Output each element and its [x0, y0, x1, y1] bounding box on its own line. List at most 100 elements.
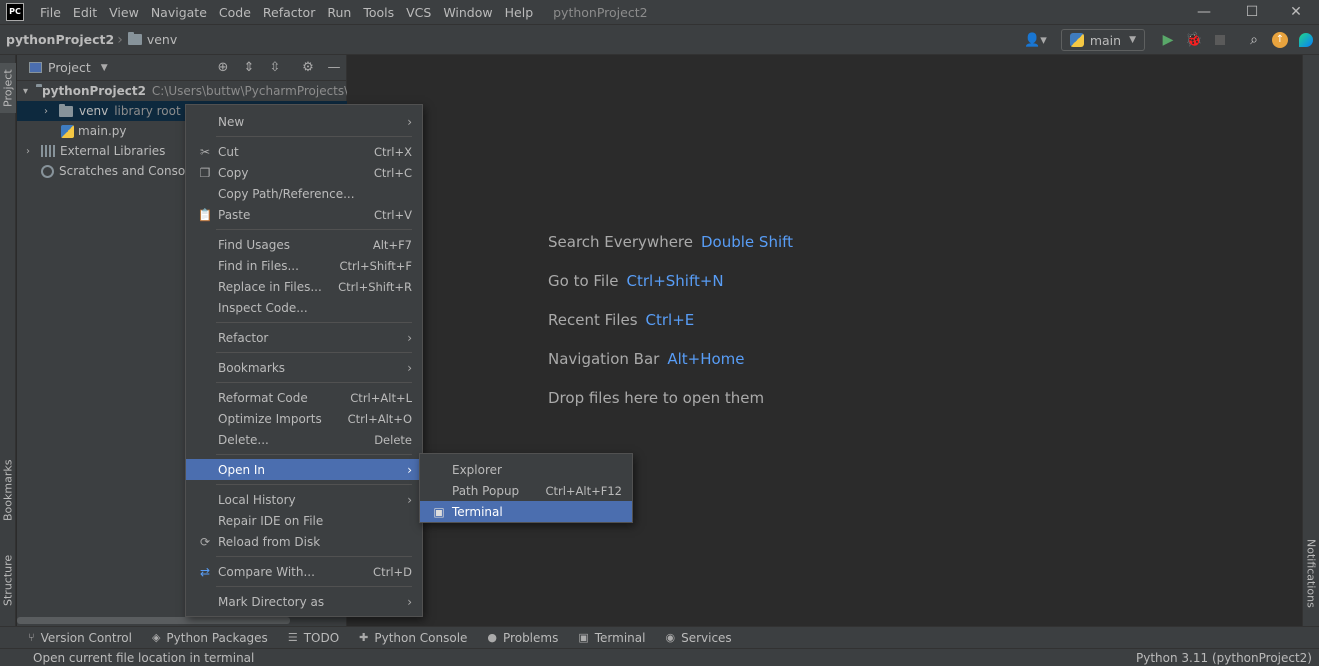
menu-item-optimize-imports[interactable]: Optimize Imports Ctrl+Alt+O: [186, 408, 422, 429]
maximize-button[interactable]: ☐: [1229, 0, 1275, 24]
minimize-button[interactable]: —: [1181, 0, 1227, 24]
submenu-item-path-popup[interactable]: Path Popup Ctrl+Alt+F12: [420, 480, 632, 501]
menu-item-shortcut: Ctrl+D: [373, 564, 412, 579]
tab-label: Version Control: [40, 630, 132, 645]
menu-code[interactable]: Code: [213, 5, 257, 20]
menu-item-open-in[interactable]: Open In ›: [186, 459, 422, 480]
menu-file[interactable]: File: [34, 5, 67, 20]
menu-vcs[interactable]: VCS: [400, 5, 437, 20]
tab-project[interactable]: Project: [0, 63, 16, 113]
tab-terminal[interactable]: ▣ Terminal: [578, 631, 645, 645]
project-view-icon: [29, 62, 42, 73]
close-button[interactable]: ✕: [1273, 0, 1319, 24]
menu-navigate[interactable]: Navigate: [145, 5, 213, 20]
menu-separator: [216, 586, 412, 587]
menu-item-bookmarks[interactable]: Bookmarks ›: [186, 357, 422, 378]
menu-view[interactable]: View: [103, 5, 145, 20]
tab-structure[interactable]: Structure: [0, 550, 16, 610]
menu-separator: [216, 352, 412, 353]
tree-row-root[interactable]: ▾ pythonProject2 C:\Users\buttw\PycharmP…: [17, 81, 347, 101]
menu-item-cut[interactable]: ✂ Cut Ctrl+X: [186, 141, 422, 162]
menu-run[interactable]: Run: [321, 5, 357, 20]
folder-icon: [127, 32, 142, 45]
menu-item-label: Terminal: [452, 504, 503, 519]
right-tool-strip: Notifications: [1302, 55, 1319, 626]
menu-item-mark-directory[interactable]: Mark Directory as ›: [186, 591, 422, 612]
project-panel-title[interactable]: Project: [48, 60, 91, 75]
user-icon[interactable]: 👤▾: [1024, 33, 1047, 48]
terminal-icon: ▣: [433, 504, 445, 519]
tab-todo[interactable]: ☰ TODO: [288, 631, 339, 645]
breadcrumb-project[interactable]: pythonProject2: [6, 32, 114, 47]
collapse-all-icon[interactable]: ⇳: [265, 59, 285, 77]
locate-icon[interactable]: ⊕: [213, 59, 233, 77]
branch-icon: ⑂: [28, 631, 35, 644]
menu-item-paste[interactable]: 📋 Paste Ctrl+V: [186, 204, 422, 225]
breadcrumb-separator: ›: [117, 31, 123, 48]
run-config-selector[interactable]: main ▼: [1060, 29, 1145, 51]
menu-separator: [216, 136, 412, 137]
menu-item-refactor[interactable]: Refactor ›: [186, 327, 422, 348]
tab-notifications[interactable]: Notifications: [1303, 533, 1319, 613]
tab-label: Problems: [503, 630, 559, 645]
menu-item-repair-ide[interactable]: Repair IDE on File: [186, 510, 422, 531]
search-icon[interactable]: ⌕: [1241, 27, 1267, 53]
menu-item-local-history[interactable]: Local History ›: [186, 489, 422, 510]
chevron-down-icon[interactable]: ▾: [23, 86, 28, 97]
tab-problems[interactable]: ● Problems: [487, 631, 558, 645]
tab-services[interactable]: ◉ Services: [665, 631, 731, 645]
menu-item-new[interactable]: New ›: [186, 111, 422, 132]
expand-all-icon[interactable]: ⇕: [239, 59, 259, 77]
menu-item-inspect-code[interactable]: Inspect Code...: [186, 297, 422, 318]
menu-item-label: Reformat Code: [218, 390, 308, 405]
menu-item-reload-from-disk[interactable]: ⟳ Reload from Disk: [186, 531, 422, 552]
hide-icon[interactable]: —: [324, 59, 344, 77]
submenu-item-explorer[interactable]: Explorer: [420, 459, 632, 480]
menu-window[interactable]: Window: [437, 5, 498, 20]
menu-item-replace-in-files[interactable]: Replace in Files... Ctrl+Shift+R: [186, 276, 422, 297]
menu-item-copy[interactable]: ❐ Copy Ctrl+C: [186, 162, 422, 183]
chevron-right-icon[interactable]: ›: [41, 106, 51, 117]
tab-python-packages[interactable]: ◈ Python Packages: [152, 631, 268, 645]
chevron-down-icon[interactable]: ▼: [101, 63, 108, 73]
hint-navigation-bar: Navigation Bar Alt+Home: [548, 350, 745, 368]
menu-item-copy-path[interactable]: Copy Path/Reference...: [186, 183, 422, 204]
debug-icon[interactable]: 🐞: [1181, 27, 1207, 53]
menu-item-label: Explorer: [452, 462, 502, 477]
refresh-icon: ⟳: [199, 534, 211, 549]
chevron-right-icon: ›: [407, 360, 412, 375]
menu-edit[interactable]: Edit: [67, 5, 103, 20]
menu-item-label: New: [218, 114, 245, 129]
menu-item-delete[interactable]: Delete... Delete: [186, 429, 422, 450]
tab-version-control[interactable]: ⑂ Version Control: [28, 631, 132, 645]
menu-item-find-usages[interactable]: Find Usages Alt+F7: [186, 234, 422, 255]
breadcrumb-venv[interactable]: venv: [147, 32, 177, 47]
submenu-item-terminal[interactable]: ▣ Terminal: [420, 501, 632, 522]
paste-icon: 📋: [197, 207, 213, 222]
menu-item-shortcut: Ctrl+X: [374, 144, 412, 159]
menu-item-label: Copy: [218, 165, 249, 180]
menu-item-shortcut: Ctrl+Alt+L: [350, 390, 412, 405]
menu-item-reformat-code[interactable]: Reformat Code Ctrl+Alt+L: [186, 387, 422, 408]
gear-icon[interactable]: ⚙: [298, 59, 318, 77]
library-icon: [41, 145, 55, 157]
stop-icon[interactable]: [1207, 27, 1233, 53]
navigation-bar: pythonProject2 › venv 👤▾ main ▼ ▶ 🐞 ⌕ ↑: [0, 24, 1319, 55]
update-icon[interactable]: ↑: [1267, 27, 1293, 53]
menu-item-find-in-files[interactable]: Find in Files... Ctrl+Shift+F: [186, 255, 422, 276]
menu-help[interactable]: Help: [499, 5, 540, 20]
interpreter-selector[interactable]: Python 3.11 (pythonProject2): [1136, 651, 1312, 665]
tab-bookmarks[interactable]: Bookmarks: [0, 455, 16, 525]
chevron-right-icon[interactable]: ›: [23, 146, 33, 157]
tree-root-path: C:\Users\buttw\PycharmProjects\pyt: [151, 84, 347, 98]
hint-label: Drop files here to open them: [548, 389, 765, 407]
menu-item-compare-with[interactable]: ⇄ Compare With... Ctrl+D: [186, 561, 422, 582]
menu-tools[interactable]: Tools: [357, 5, 400, 20]
run-icon[interactable]: ▶: [1155, 27, 1181, 53]
copy-icon: ❐: [199, 165, 211, 180]
menu-refactor[interactable]: Refactor: [257, 5, 321, 20]
horizontal-scrollbar[interactable]: [17, 617, 290, 624]
jetbrains-logo-icon[interactable]: [1293, 27, 1319, 53]
compare-icon: ⇄: [199, 564, 211, 579]
tab-python-console[interactable]: ✚ Python Console: [359, 631, 467, 645]
